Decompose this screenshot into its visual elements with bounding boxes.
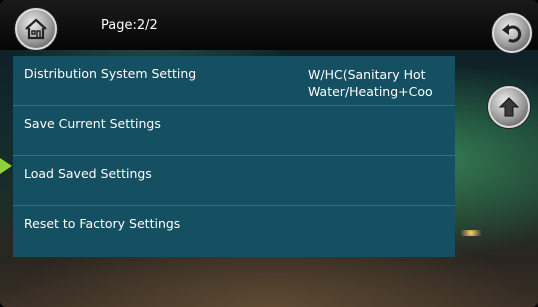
menu-item-reset-factory-settings[interactable]: Reset to Factory Settings bbox=[13, 206, 455, 256]
menu-item-load-saved-settings[interactable]: Load Saved Settings bbox=[13, 156, 455, 206]
menu-item-label: Save Current Settings bbox=[24, 116, 161, 131]
back-button[interactable] bbox=[492, 13, 532, 53]
page-indicator: Page:2/2 bbox=[101, 18, 158, 33]
menu-item-label: Load Saved Settings bbox=[24, 166, 152, 181]
distribution-system-value: W/HC(Sanitary Hot Water/Heating+Coo bbox=[308, 66, 455, 100]
screen: Page:2/2 Distribution System Setting W/H… bbox=[0, 0, 538, 307]
home-icon bbox=[23, 17, 49, 41]
background-lights bbox=[456, 230, 486, 236]
scroll-up-button[interactable] bbox=[488, 86, 530, 128]
menu-item-save-current-settings[interactable]: Save Current Settings bbox=[13, 106, 455, 156]
value-line-1: W/HC(Sanitary Hot bbox=[308, 67, 426, 82]
menu-item-label: Reset to Factory Settings bbox=[24, 216, 181, 231]
home-button[interactable] bbox=[15, 8, 57, 50]
value-line-2: Water/Heating+Coo bbox=[308, 84, 433, 99]
menu-item-distribution-system[interactable]: Distribution System Setting W/HC(Sanitar… bbox=[13, 56, 455, 106]
back-arrow-icon bbox=[500, 21, 524, 45]
settings-menu: Distribution System Setting W/HC(Sanitar… bbox=[13, 56, 455, 257]
menu-item-label: Distribution System Setting bbox=[24, 66, 197, 81]
top-bar: Page:2/2 bbox=[0, 0, 538, 53]
selection-pointer bbox=[0, 158, 12, 174]
up-arrow-icon bbox=[497, 95, 521, 119]
